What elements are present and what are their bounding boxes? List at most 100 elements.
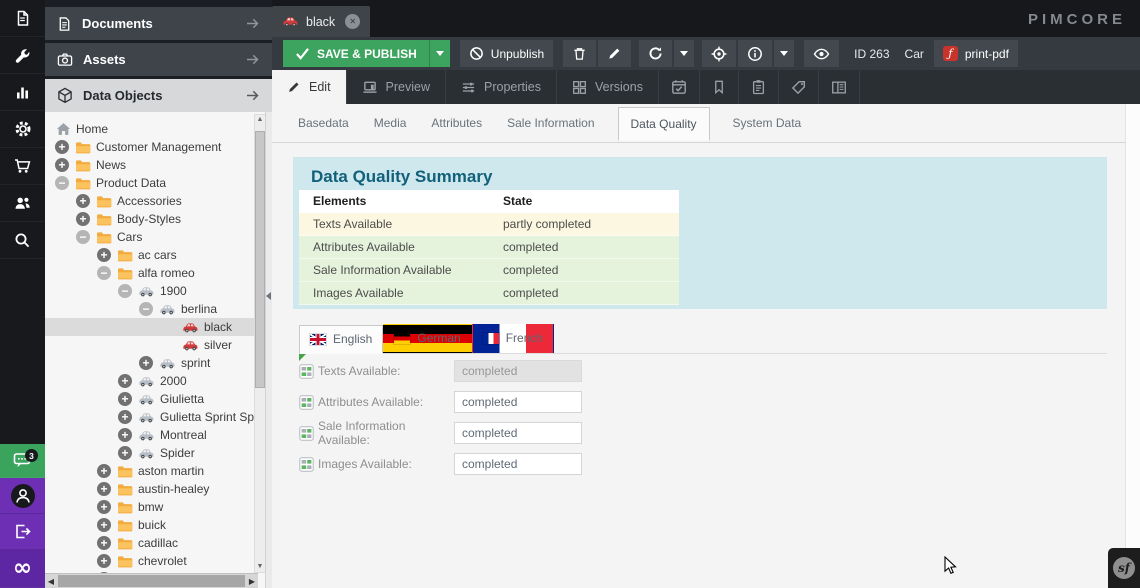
tree-item[interactable]: Montreal bbox=[45, 426, 272, 444]
accordion-data-objects[interactable]: Data Objects bbox=[45, 79, 272, 112]
tree-item[interactable]: 2000 bbox=[45, 372, 272, 390]
tree-expander-icon[interactable] bbox=[97, 266, 111, 280]
tree-item[interactable]: buick bbox=[45, 516, 272, 534]
tree-expander-icon[interactable] bbox=[97, 500, 111, 514]
tree-item[interactable]: black bbox=[45, 318, 272, 336]
settings-button[interactable] bbox=[0, 111, 45, 148]
tree-vscroll-thumb[interactable] bbox=[255, 131, 265, 388]
delete-button[interactable] bbox=[563, 40, 596, 67]
tab-preview[interactable]: Preview bbox=[347, 70, 446, 104]
tree-item[interactable]: silver bbox=[45, 336, 272, 354]
tree-expander-icon[interactable] bbox=[118, 446, 132, 460]
logout-button[interactable] bbox=[0, 514, 45, 550]
tree-expander-icon[interactable] bbox=[139, 302, 153, 316]
tree-expander-icon[interactable] bbox=[118, 392, 132, 406]
tree-item[interactable]: austin-healey bbox=[45, 480, 272, 498]
tree-expander-icon[interactable] bbox=[55, 158, 69, 172]
subtab[interactable]: Data Quality bbox=[618, 107, 710, 141]
tree-item[interactable]: Spider bbox=[45, 444, 272, 462]
tab-tags[interactable] bbox=[779, 70, 819, 104]
tree-expander-icon[interactable] bbox=[118, 284, 132, 298]
tab-properties[interactable]: Properties bbox=[446, 70, 557, 104]
print-pdf-button[interactable]: ƒ print-pdf bbox=[934, 40, 1018, 67]
reload-options-caret[interactable] bbox=[674, 40, 694, 67]
symfony-profiler-badge[interactable]: sf bbox=[1108, 548, 1140, 588]
tree-horizontal-scrollbar[interactable]: ◀ ▶ bbox=[45, 573, 258, 588]
users-button[interactable] bbox=[0, 185, 45, 222]
tab-app-layout[interactable] bbox=[819, 70, 860, 104]
tab-close-icon[interactable]: ✕ bbox=[345, 14, 360, 29]
accordion-assets[interactable]: Assets bbox=[45, 43, 272, 76]
tree-hscroll-thumb[interactable] bbox=[58, 575, 245, 587]
tree-item[interactable]: Giulietta bbox=[45, 390, 272, 408]
tree-item[interactable]: 1900 bbox=[45, 282, 272, 300]
save-options-caret[interactable] bbox=[429, 40, 450, 67]
save-publish-button[interactable]: SAVE & PUBLISH bbox=[283, 40, 429, 67]
tab-black-object[interactable]: black ✕ bbox=[272, 6, 370, 37]
subtab[interactable]: Sale Information bbox=[505, 106, 596, 140]
field-value-input[interactable] bbox=[454, 453, 582, 475]
reports-button[interactable] bbox=[0, 74, 45, 111]
tree-expander-icon[interactable] bbox=[97, 536, 111, 550]
panel-collapse-splitter[interactable] bbox=[265, 112, 272, 588]
tree-expander-icon[interactable] bbox=[97, 518, 111, 532]
subtab[interactable]: Media bbox=[372, 106, 409, 140]
language-tab[interactable]: German bbox=[383, 324, 471, 353]
field-value-input[interactable] bbox=[454, 391, 582, 413]
tree-item[interactable]: bmw bbox=[45, 498, 272, 516]
tree-expander-icon[interactable] bbox=[97, 554, 111, 568]
tab-edit[interactable]: Edit bbox=[272, 70, 347, 104]
field-value-input[interactable] bbox=[454, 360, 582, 382]
tree-expander-icon[interactable] bbox=[97, 482, 111, 496]
tab-versions[interactable]: Versions bbox=[557, 70, 659, 104]
tree-expander-icon[interactable] bbox=[118, 410, 132, 424]
tab-notes[interactable] bbox=[739, 70, 779, 104]
tree-item[interactable]: Customer Management bbox=[45, 138, 272, 156]
subtab[interactable]: Basedata bbox=[296, 106, 351, 140]
tree-item[interactable]: News bbox=[45, 156, 272, 174]
tree-item[interactable]: Gulietta Sprint Specia bbox=[45, 408, 272, 426]
content-scroll-gutter[interactable] bbox=[1125, 104, 1140, 588]
subtab[interactable]: System Data bbox=[731, 106, 804, 140]
tree-item[interactable]: Cars bbox=[45, 228, 272, 246]
pimcore-logo-icon[interactable]: ∞ bbox=[0, 550, 45, 588]
file-icon-button[interactable] bbox=[0, 0, 45, 37]
tree-item[interactable]: ac cars bbox=[45, 246, 272, 264]
tree-item[interactable]: aston martin bbox=[45, 462, 272, 480]
language-tab[interactable]: English bbox=[299, 325, 383, 354]
tree-expander-icon[interactable] bbox=[76, 194, 90, 208]
tree-expander-icon[interactable] bbox=[118, 374, 132, 388]
profile-button[interactable] bbox=[0, 478, 45, 514]
unpublish-button[interactable]: Unpublish bbox=[460, 40, 553, 67]
rename-button[interactable] bbox=[598, 40, 631, 67]
tools-button[interactable] bbox=[0, 37, 45, 74]
scroll-right-arrow[interactable]: ▶ bbox=[246, 574, 258, 588]
tree-expander-icon[interactable] bbox=[76, 230, 90, 244]
tree-expander-icon[interactable] bbox=[139, 356, 153, 370]
notifications-button[interactable]: 3 bbox=[0, 444, 45, 478]
tree-item[interactable]: Accessories bbox=[45, 192, 272, 210]
tree-expander-icon[interactable] bbox=[118, 428, 132, 442]
accordion-documents[interactable]: Documents bbox=[45, 7, 272, 40]
scroll-down-arrow[interactable]: ▼ bbox=[255, 562, 265, 572]
info-button[interactable] bbox=[738, 40, 772, 67]
tree-item[interactable]: chevrolet bbox=[45, 552, 272, 570]
scroll-up-arrow[interactable]: ▲ bbox=[255, 115, 265, 125]
tab-bookmark[interactable] bbox=[700, 70, 739, 104]
tab-schedule[interactable] bbox=[659, 70, 700, 104]
tree-item[interactable]: sprint bbox=[45, 354, 272, 372]
info-options-caret[interactable] bbox=[774, 40, 794, 67]
field-value-input[interactable] bbox=[454, 422, 582, 444]
search-button[interactable] bbox=[0, 222, 45, 259]
tree-expander-icon[interactable] bbox=[76, 212, 90, 226]
tree-item[interactable]: Home bbox=[45, 120, 272, 138]
tree-expander-icon[interactable] bbox=[55, 140, 69, 154]
tree-item[interactable]: Body-Styles bbox=[45, 210, 272, 228]
tree-expander-icon[interactable] bbox=[97, 248, 111, 262]
tree-item[interactable]: alfa romeo bbox=[45, 264, 272, 282]
tree-item[interactable]: cadillac bbox=[45, 534, 272, 552]
subtab[interactable]: Attributes bbox=[429, 106, 484, 140]
tree-expander-icon[interactable] bbox=[55, 176, 69, 190]
tree-item[interactable]: Product Data bbox=[45, 174, 272, 192]
locate-in-tree-button[interactable] bbox=[702, 40, 736, 67]
